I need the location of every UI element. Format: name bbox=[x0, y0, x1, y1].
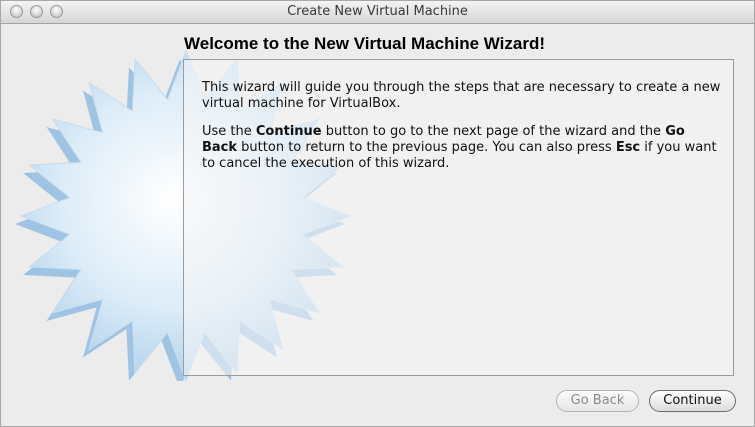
window-title: Create New Virtual Machine bbox=[287, 4, 468, 19]
wizard-content-panel: This wizard will guide you through the s… bbox=[183, 59, 734, 376]
intro-text: This wizard will guide you through the s… bbox=[202, 80, 721, 111]
instruction-text: Use the Continue button to go to the nex… bbox=[202, 124, 717, 171]
go-back-button[interactable]: Go Back bbox=[556, 390, 639, 412]
continue-button[interactable]: Continue bbox=[649, 390, 736, 412]
title-bar: Create New Virtual Machine bbox=[1, 1, 754, 24]
wizard-heading: Welcome to the New Virtual Machine Wizar… bbox=[184, 34, 546, 53]
wizard-window: Create New Virtual Machine Welcome to th… bbox=[0, 0, 755, 427]
